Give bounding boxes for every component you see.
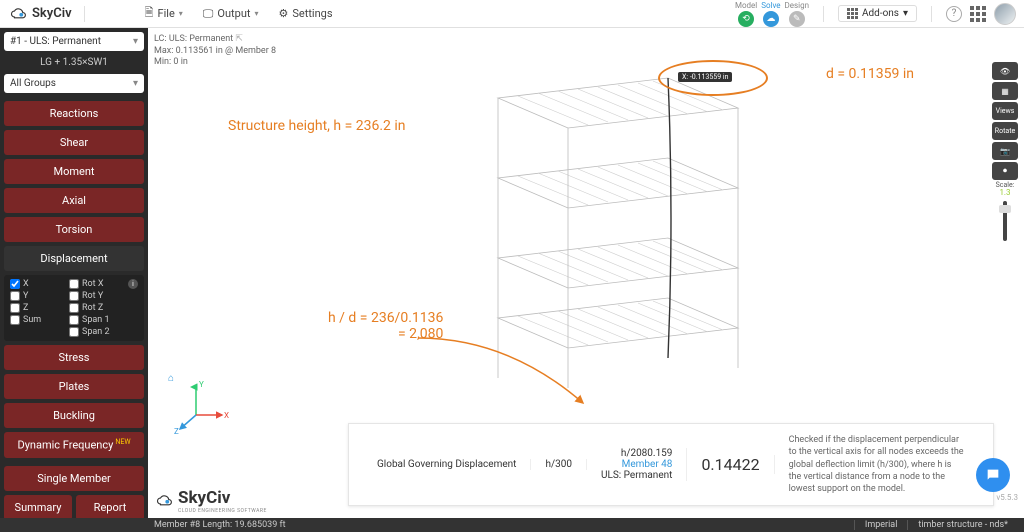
menu-file[interactable]: 🗎 File ▾ [137,0,191,27]
version-label: v5.5.3 [996,493,1018,502]
mode-tabs: Model ⟲ Solve ☁ Design ✎ [735,1,809,27]
project-name[interactable]: timber structure - nds* [907,520,1018,530]
cloud-icon: ☁ [763,11,779,27]
pin-icon: ⇱ [235,34,243,44]
result-limit: h/300 [531,459,587,470]
apps-icon [847,8,858,19]
statusbar: Member #8 Length: 19.685039 ft Imperial … [0,518,1024,532]
mode-model[interactable]: Model ⟲ [735,1,757,27]
scale-label: Scale: 1.3 [996,182,1015,197]
buckling-button[interactable]: Buckling [4,403,144,428]
info-icon[interactable]: i [128,279,138,289]
plates-button[interactable]: Plates [4,374,144,399]
summary-button[interactable]: Summary [4,495,72,518]
ruler-icon: ✎ [789,11,805,27]
axial-button[interactable]: Axial [4,188,144,213]
status-member-length: Member #8 Length: 19.685039 ft [154,520,854,530]
link-icon: ⟲ [738,11,754,27]
check-x[interactable]: X [10,279,65,289]
displacement-tag: X: -0.113559 in [678,72,732,82]
app-name: SkyCiv [32,6,72,21]
record-icon[interactable]: ⏺ [992,162,1018,180]
check-roty[interactable]: Rot Y [69,291,124,301]
load-combo-select[interactable]: #1 - ULS: Permanent ▾ [4,32,144,51]
scale-slider[interactable] [1003,201,1007,241]
rotate-button[interactable]: Rotate [992,122,1018,140]
axis-z-label: Z [174,427,179,436]
shear-button[interactable]: Shear [4,130,144,155]
result-label: Global Governing Displacement [363,459,531,470]
cloud-icon [156,494,174,508]
chevron-down-icon: ▾ [903,8,908,19]
canvas-info: LC: ULS: Permanent ⇱ Max: 0.113561 in @ … [154,34,276,69]
help-icon[interactable]: ? [946,6,962,22]
torsion-button[interactable]: Torsion [4,217,144,242]
displacement-options: X Rot X i Y Rot Y Z Rot Z Sum Span 1 Spa… [4,275,144,341]
home-icon[interactable]: ⌂ [168,373,174,384]
groups-select[interactable]: All Groups ▾ [4,74,144,93]
chevron-down-icon: ▾ [179,9,183,18]
check-rotz[interactable]: Rot Z [69,303,124,313]
check-span2[interactable]: Span 2 [69,327,124,337]
chevron-down-icon: ▾ [133,78,138,89]
dynamic-frequency-button[interactable]: Dynamic FrequencyNEW [4,432,144,458]
avatar[interactable] [994,3,1016,25]
result-details: h/2080.159 Member 48 ULS: Permanent [587,448,687,481]
members-icon[interactable]: ▦ [992,82,1018,100]
monitor-icon: 🖵 [203,7,214,21]
cloud-icon [10,7,28,21]
combo-formula: LG + 1.35×SW1 [4,55,144,70]
mode-solve[interactable]: Solve ☁ [761,1,780,27]
footer-logo: SkyCiv CLOUD ENGINEERING SOFTWARE [156,488,267,514]
report-button[interactable]: Report [76,495,144,518]
result-description: Checked if the displacement perpendicula… [775,434,979,495]
gear-icon: ⚙ [279,7,289,20]
menu-output[interactable]: 🖵 Output ▾ [195,0,267,27]
result-panel: Global Governing Displacement h/300 h/20… [348,423,994,506]
mode-design[interactable]: Design ✎ [785,1,809,27]
chevron-down-icon: ▾ [254,9,258,18]
check-rotx[interactable]: Rot X [69,279,124,289]
views-button[interactable]: Views [992,102,1018,120]
axis-gizmo[interactable]: Y X Z ⌂ [168,379,228,438]
check-span1[interactable]: Span 1 [69,315,124,325]
main-menu: 🗎 File ▾ 🖵 Output ▾ ⚙ Settings [137,0,341,27]
units-toggle[interactable]: Imperial [854,520,908,530]
axis-y-label: Y [199,380,204,389]
displacement-button[interactable]: Displacement [4,246,144,271]
check-z[interactable]: Z [10,303,65,313]
addons-button[interactable]: Add-ons ▾ [838,5,917,22]
single-member-button[interactable]: Single Member [4,466,144,491]
view-toolbar: 👁 ▦ Views Rotate 📷 ⏺ Scale: 1.3 [992,62,1018,241]
chevron-down-icon: ▾ [133,36,138,47]
axis-x-label: X [224,411,229,420]
annotation-hd: h / d = 236/0.1136 = 2,080 [328,310,443,342]
structure-wireframe [488,58,748,388]
file-icon: 🗎 [145,4,154,23]
annotation-h: Structure height, h = 236.2 in [228,118,406,134]
apps-grid-icon[interactable] [970,6,986,22]
check-sum[interactable]: Sum [10,315,65,325]
new-badge: NEW [115,438,130,446]
canvas[interactable]: LC: ULS: Permanent ⇱ Max: 0.113561 in @ … [148,28,1024,518]
topbar: SkyCiv 🗎 File ▾ 🖵 Output ▾ ⚙ Settings Mo… [0,0,1024,28]
reactions-button[interactable]: Reactions [4,101,144,126]
app-logo[interactable]: SkyCiv [10,6,72,21]
stress-button[interactable]: Stress [4,345,144,370]
annotation-d: d = 0.11359 in [826,66,914,82]
moment-button[interactable]: Moment [4,159,144,184]
result-value: 0.14422 [687,455,774,474]
eye-icon[interactable]: 👁 [992,62,1018,80]
camera-icon[interactable]: 📷 [992,142,1018,160]
menu-settings[interactable]: ⚙ Settings [271,0,341,27]
check-y[interactable]: Y [10,291,65,301]
sidebar: #1 - ULS: Permanent ▾ LG + 1.35×SW1 All … [0,28,148,518]
result-member-link[interactable]: Member 48 [601,459,672,470]
chat-button[interactable] [976,458,1010,492]
